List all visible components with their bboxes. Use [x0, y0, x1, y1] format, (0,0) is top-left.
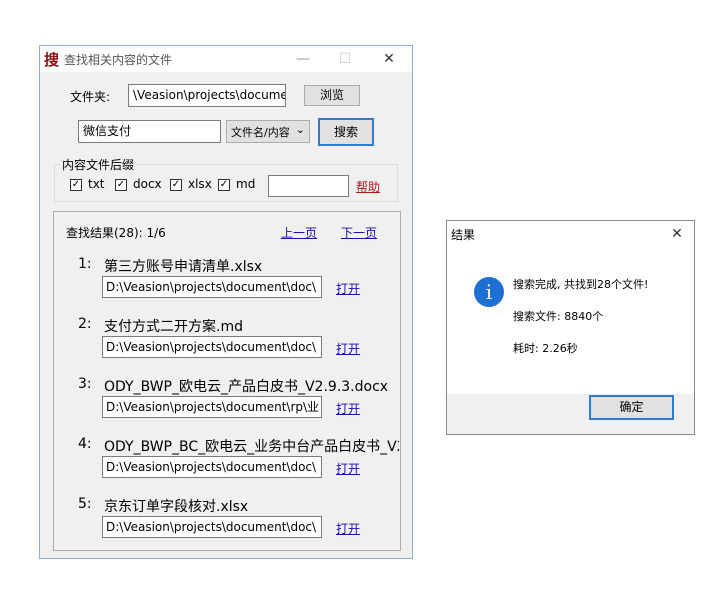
checkbox-md[interactable]: ✓ — [218, 179, 230, 191]
checkbox-xlsx-label: xlsx — [188, 177, 212, 191]
result-index: 1: — [78, 256, 92, 272]
result-path-field[interactable]: D:\Veasion\projects\document\rp\业 — [102, 396, 322, 418]
checkbox-txt[interactable]: ✓ — [70, 179, 82, 191]
app-icon: 搜 — [44, 51, 60, 69]
result-index: 5: — [78, 496, 92, 512]
search-input[interactable]: 微信支付 — [78, 120, 221, 143]
checkbox-xlsx[interactable]: ✓ — [170, 179, 182, 191]
close-icon[interactable]: ✕ — [659, 221, 695, 247]
results-header: 查找结果(28): 1/6 — [66, 226, 166, 240]
result-path-field[interactable]: D:\Veasion\projects\document\doc\ — [102, 456, 322, 478]
browse-button[interactable]: 浏览 — [304, 85, 360, 106]
dialog-message: 搜索完成, 共找到28个文件! — [513, 278, 649, 291]
main-window: 搜 查找相关内容的文件 — ☐ ✕ 文件夹: \Veasion\projects… — [39, 45, 413, 559]
next-page-link[interactable]: 下一页 — [341, 224, 377, 241]
open-link[interactable]: 打开 — [336, 460, 360, 477]
checkbox-docx[interactable]: ✓ — [115, 179, 127, 191]
result-index: 4: — [78, 436, 92, 452]
folder-label: 文件夹: — [70, 90, 111, 104]
folder-input[interactable]: \Veasion\projects\document — [128, 84, 286, 107]
maximize-icon[interactable]: ☐ — [324, 46, 366, 72]
info-icon: i — [474, 277, 504, 307]
dialog-search-count: 搜索文件: 8840个 — [513, 310, 604, 323]
help-link[interactable]: 帮助 — [356, 178, 380, 195]
ok-button[interactable]: 确定 — [589, 395, 674, 420]
title-bar[interactable]: 搜 查找相关内容的文件 — ☐ ✕ — [40, 46, 412, 72]
result-filename: 支付方式二开方案.md — [104, 319, 243, 335]
result-filename: ODY_BWP_BC_欧电云_业务中台产品白皮书_V2 — [104, 439, 399, 455]
checkbox-txt-label: txt — [88, 177, 105, 191]
minimize-icon[interactable]: — — [282, 46, 324, 72]
result-index: 2: — [78, 316, 92, 332]
prev-page-link[interactable]: 上一页 — [281, 224, 317, 241]
close-icon[interactable]: ✕ — [368, 46, 410, 72]
result-path-field[interactable]: D:\Veasion\projects\document\doc\ — [102, 276, 322, 298]
result-path-field[interactable]: D:\Veasion\projects\document\doc\ — [102, 336, 322, 358]
chevron-down-icon: ⌄ — [295, 123, 305, 136]
dialog-elapsed: 耗时: 2.26秒 — [513, 342, 578, 355]
result-filename: ODY_BWP_欧电云_产品白皮书_V2.9.3.docx — [104, 379, 389, 395]
open-link[interactable]: 打开 — [336, 520, 360, 537]
result-filename: 第三方账号申请清单.xlsx — [104, 259, 263, 275]
suffix-group-label: 内容文件后缀 — [60, 156, 137, 173]
dialog-title: 结果 — [451, 228, 476, 242]
checkbox-docx-label: docx — [133, 177, 162, 191]
result-index: 3: — [78, 376, 92, 392]
search-button[interactable]: 搜索 — [318, 118, 374, 146]
window-title: 查找相关内容的文件 — [64, 53, 173, 67]
search-mode-select[interactable]: 文件名/内容 ⌄ — [226, 120, 310, 143]
result-filename: 京东订单字段核对.xlsx — [104, 499, 249, 515]
open-link[interactable]: 打开 — [336, 280, 360, 297]
suffix-custom-input[interactable] — [268, 175, 349, 197]
result-dialog: 结果 ✕ i 搜索完成, 共找到28个文件! 搜索文件: 8840个 耗时: 2… — [446, 220, 695, 435]
open-link[interactable]: 打开 — [336, 400, 360, 417]
dialog-footer: 确定 — [447, 394, 694, 434]
search-mode-value: 文件名/内容 — [231, 126, 290, 139]
results-panel: 查找结果(28): 1/6 上一页 下一页 1: 第三方账号申请清单.xlsx … — [53, 211, 401, 551]
open-link[interactable]: 打开 — [336, 340, 360, 357]
checkbox-md-label: md — [236, 177, 256, 191]
result-path-field[interactable]: D:\Veasion\projects\document\doc\ — [102, 516, 322, 538]
